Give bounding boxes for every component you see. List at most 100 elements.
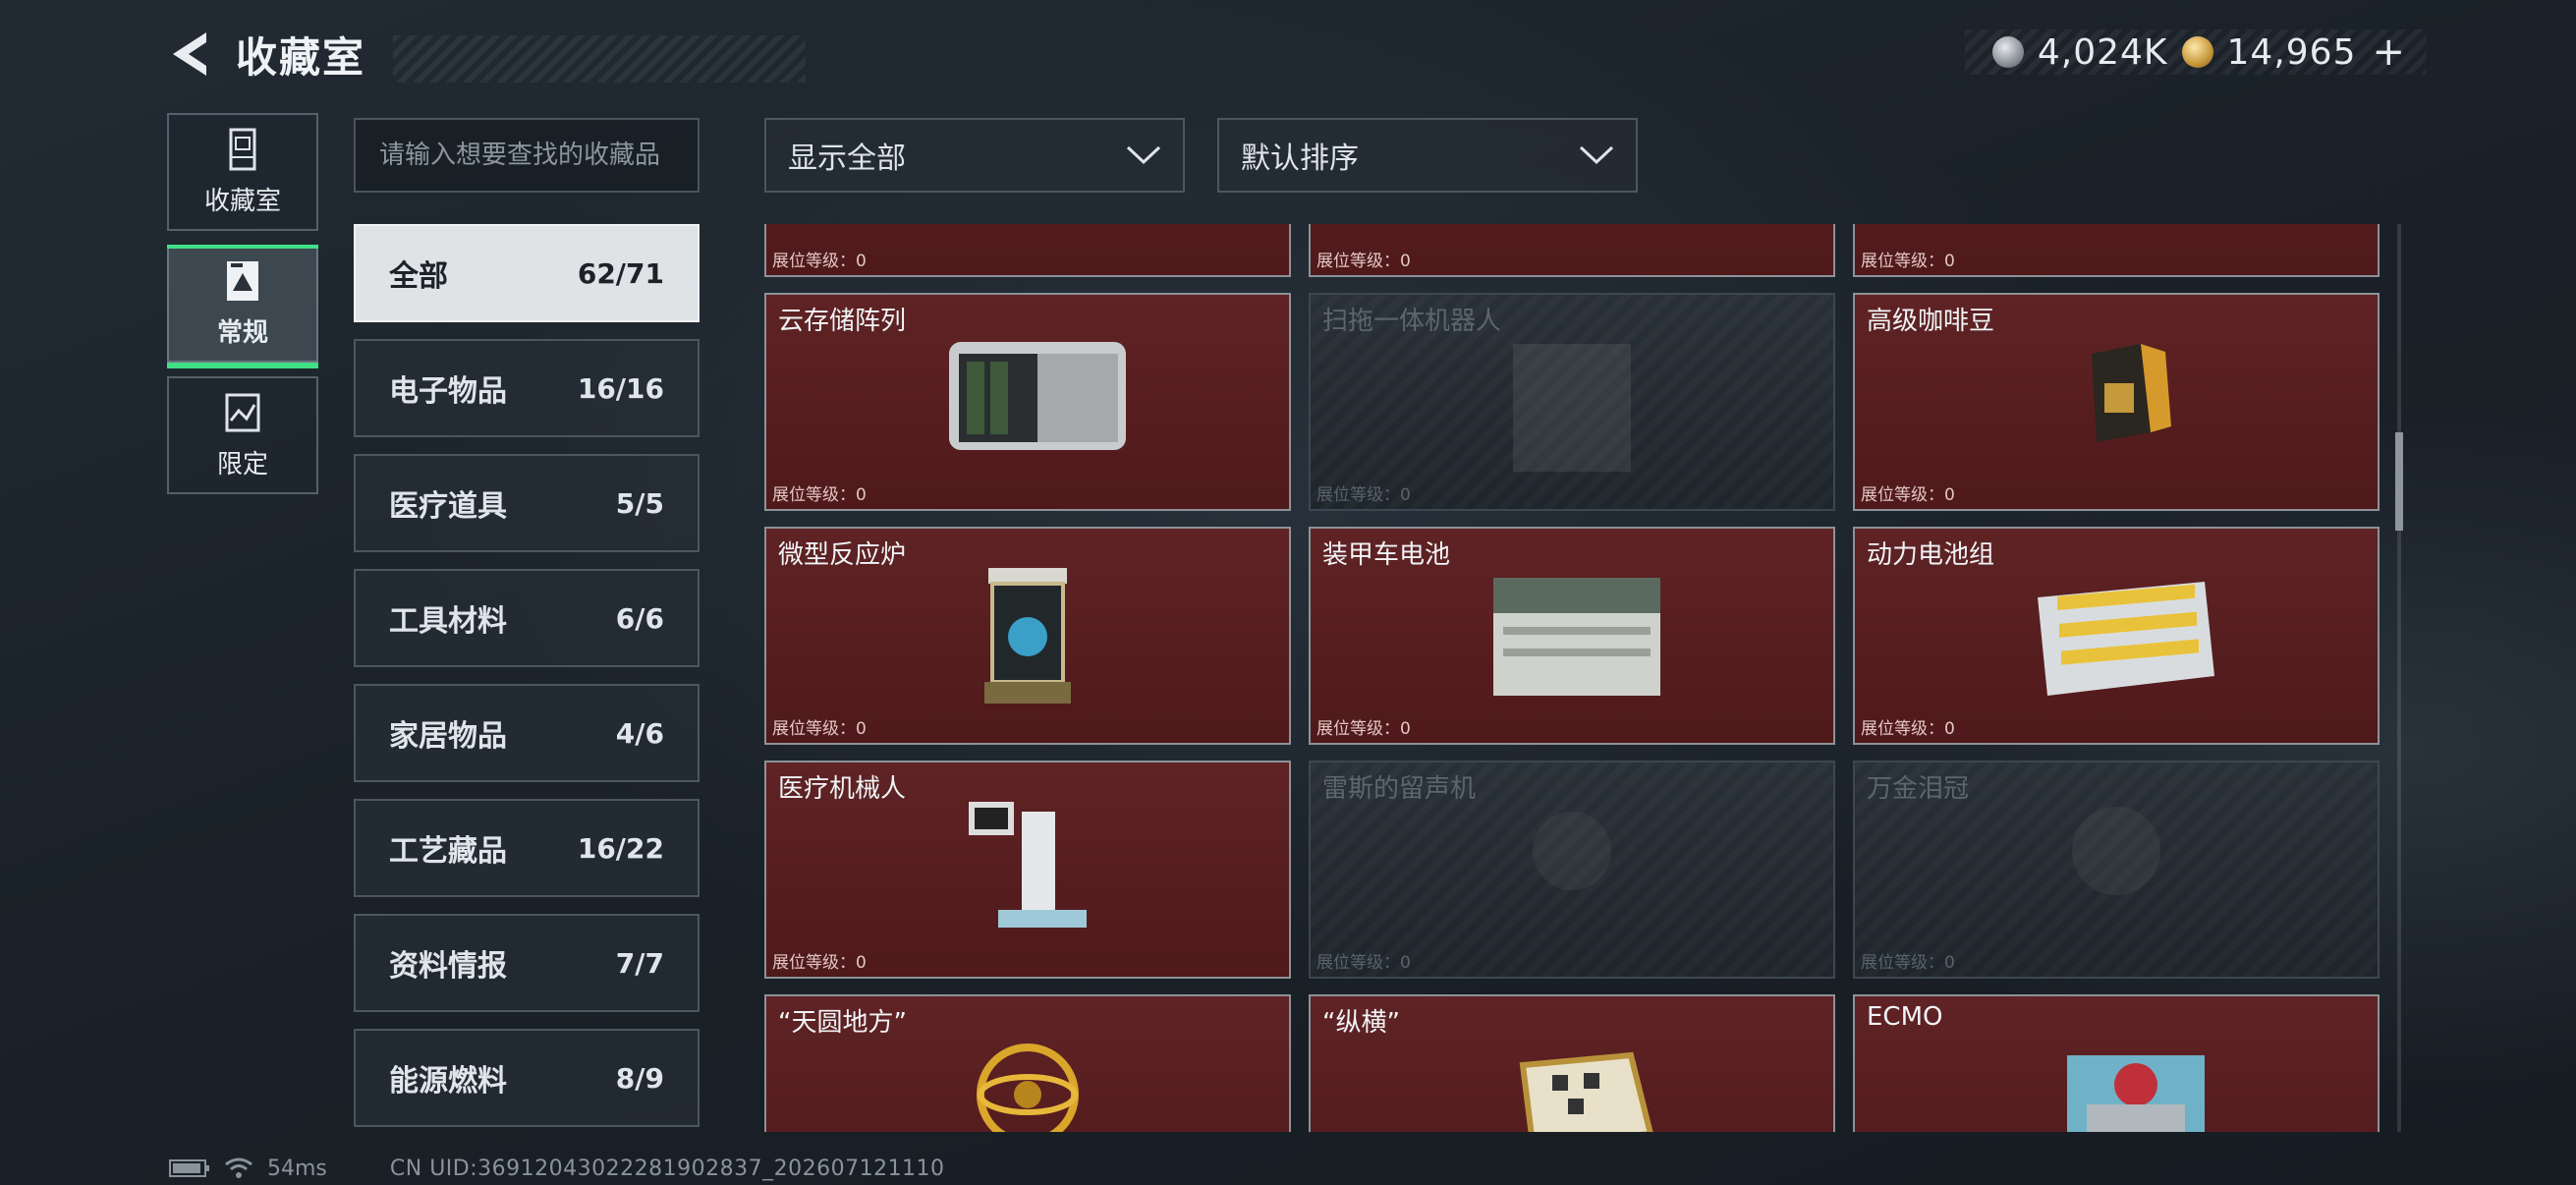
storage-array-icon (949, 342, 1126, 450)
category-label: 工具材料 (389, 604, 507, 639)
coffee-bag-icon (2092, 344, 2171, 442)
booth-level: 展位等级：0 (1316, 714, 1411, 739)
wifi-icon (225, 1157, 252, 1178)
card-title: 动力电池组 (1867, 540, 1995, 570)
category-label: 医疗道具 (389, 489, 507, 524)
medical-robot-icon (969, 802, 1087, 928)
booth-level: 展位等级：0 (1861, 714, 1955, 739)
gold-amount: 14,965 (2226, 31, 2357, 73)
booth-level: 展位等级：0 (1861, 480, 1955, 505)
card-title: 医疗机械人 (778, 774, 907, 804)
card-title: ECMO (1867, 1002, 1943, 1032)
collection-card[interactable]: 展位等级：0 (1853, 224, 2380, 277)
gold-coin-icon (2181, 36, 2213, 68)
collection-grid: 展位等级：0 展位等级：0 展位等级：0 云存储阵列 展位等级：0 扫拖一体机器人 展位等级… (764, 224, 2385, 1132)
filter-dropdown[interactable]: 显示全部 (764, 118, 1185, 193)
collection-card[interactable]: 动力电池组展位等级：0 (1853, 527, 2380, 745)
collection-card[interactable]: 医疗机械人展位等级：0 (764, 761, 1291, 979)
title-decoration (393, 35, 806, 83)
category-electronics[interactable]: 电子物品 16/16 (354, 339, 700, 437)
booth-level-label: 展位等级： (772, 953, 856, 973)
collection-card[interactable]: 万金泪冠展位等级：0 (1853, 761, 2380, 979)
battery-box-icon (1493, 578, 1660, 696)
booth-level: 展位等级：0 (772, 480, 867, 505)
collection-card[interactable]: 展位等级：0 (764, 224, 1291, 277)
sort-dropdown[interactable]: 默认排序 (1217, 118, 1638, 193)
card-title: 装甲车电池 (1322, 540, 1451, 570)
user-uid: CN UID:36912043022281902837_202607121110 (389, 1156, 945, 1181)
booth-level-value: 0 (1944, 719, 1955, 739)
booth-level: 展位等级：0 (1861, 948, 1955, 973)
reactor-icon (984, 568, 1071, 704)
booth-level: 展位等级：0 (1316, 480, 1411, 505)
booth-level-label: 展位等级： (1861, 953, 1944, 973)
collection-card[interactable]: 展位等级：0 (1309, 224, 1835, 277)
category-label: 能源燃料 (389, 1064, 507, 1099)
booth-level-label: 展位等级： (772, 719, 856, 739)
booth-level-label: 展位等级： (1861, 485, 1944, 505)
document-icon (227, 260, 258, 301)
chevron-down-icon (1579, 145, 1614, 165)
booth-level-value: 0 (1400, 485, 1411, 505)
search-input[interactable] (354, 118, 700, 193)
category-crafts[interactable]: 工艺藏品 16/22 (354, 799, 700, 897)
card-title: 微型反应炉 (778, 540, 907, 570)
booth-level-label: 展位等级： (1861, 719, 1944, 739)
booth-level-value: 0 (856, 953, 867, 973)
collection-grid-inner: 展位等级：0 展位等级：0 展位等级：0 云存储阵列 展位等级：0 扫拖一体机器人 展位等级… (764, 224, 2380, 1132)
card-title: 扫拖一体机器人 (1322, 307, 1502, 336)
nav-item-regular[interactable]: 常规 (167, 245, 318, 368)
category-tools[interactable]: 工具材料 6/6 (354, 569, 700, 667)
booth-level: 展位等级：0 (1316, 247, 1411, 271)
collection-card[interactable]: 装甲车电池展位等级：0 (1309, 527, 1835, 745)
card-title: 万金泪冠 (1867, 774, 1970, 804)
collection-card[interactable]: 云存储阵列展位等级：0 (764, 293, 1291, 511)
chessboard-icon (1519, 1051, 1653, 1132)
add-currency-button[interactable]: + (2372, 29, 2405, 75)
booth-level: 展位等级：0 (1316, 948, 1411, 973)
booth-level-value: 0 (856, 719, 867, 739)
collection-card[interactable]: 微型反应炉展位等级：0 (764, 527, 1291, 745)
nav-item-limited[interactable]: 限定 (167, 376, 318, 494)
card-title: 雷斯的留声机 (1322, 774, 1477, 804)
category-intel[interactable]: 资料情报 7/7 (354, 914, 700, 1012)
category-count: 5/5 (615, 486, 664, 520)
category-all[interactable]: 全部 62/71 (354, 224, 700, 322)
booth-level-label: 展位等级： (1861, 252, 1944, 271)
header: 收藏室 (167, 24, 806, 85)
booth-level-label: 展位等级： (772, 252, 856, 271)
category-count: 8/9 (615, 1061, 664, 1095)
booth-level-value: 0 (1944, 485, 1955, 505)
scrollbar-thumb[interactable] (2395, 432, 2403, 531)
battery-pack-icon (2038, 582, 2214, 696)
booth-level-value: 0 (1944, 252, 1955, 271)
collection-card[interactable]: “天圆地方” (764, 994, 1291, 1132)
category-medical[interactable]: 医疗道具 5/5 (354, 454, 700, 552)
back-arrow-icon[interactable] (167, 28, 214, 80)
category-household[interactable]: 家居物品 4/6 (354, 684, 700, 782)
scrollbar-track[interactable] (2397, 224, 2401, 1132)
collection-card[interactable]: ECMO (1853, 994, 2380, 1132)
collection-card[interactable]: 雷斯的留声机展位等级：0 (1309, 761, 1835, 979)
trophy-case-icon (229, 128, 256, 170)
category-label: 工艺藏品 (389, 834, 507, 869)
silver-amount: 4,024K (2037, 31, 2168, 73)
booth-level-label: 展位等级： (1316, 719, 1400, 739)
nav-label: 常规 (216, 317, 268, 348)
filter-value: 显示全部 (788, 141, 906, 176)
collection-card[interactable]: “纵横” (1309, 994, 1835, 1132)
category-count: 6/6 (615, 601, 664, 635)
nav-item-collection-room[interactable]: 收藏室 (167, 113, 318, 231)
category-label: 全部 (389, 259, 448, 294)
category-energy[interactable]: 能源燃料 8/9 (354, 1029, 700, 1127)
category-label: 电子物品 (389, 374, 507, 409)
silver-coin-icon (1991, 36, 2024, 68)
category-count: 4/6 (615, 716, 664, 750)
card-title: 云存储阵列 (778, 307, 907, 336)
ping-value: 54ms (267, 1156, 327, 1181)
collection-card[interactable]: 高级咖啡豆 展位等级：0 (1853, 293, 2380, 511)
collection-card[interactable]: 扫拖一体机器人展位等级：0 (1309, 293, 1835, 511)
status-footer: 54ms CN UID:36912043022281902837_2026071… (169, 1154, 945, 1183)
chevron-down-icon (1126, 145, 1161, 165)
robot-vacuum-icon (1513, 344, 1631, 472)
